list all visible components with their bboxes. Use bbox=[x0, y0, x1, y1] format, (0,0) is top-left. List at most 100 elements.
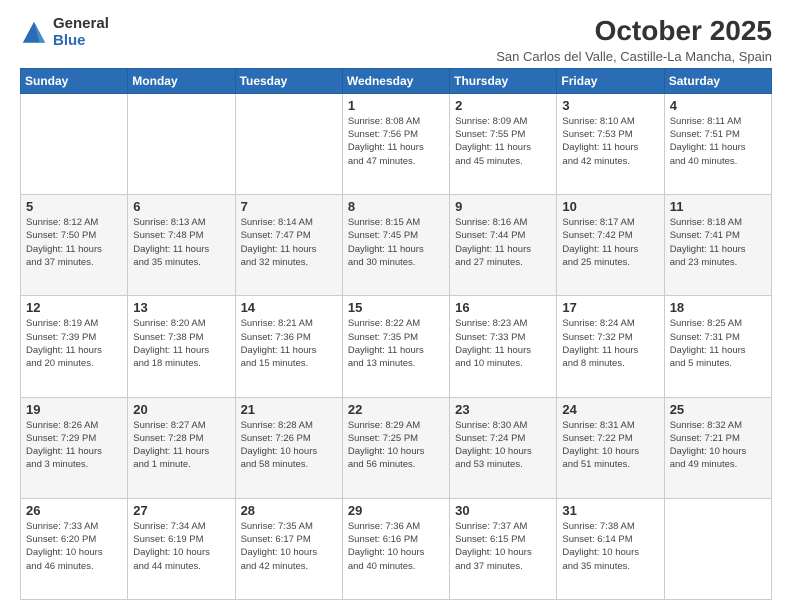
page: General Blue October 2025 San Carlos del… bbox=[0, 0, 792, 612]
day-info: Sunrise: 8:16 AM Sunset: 7:44 PM Dayligh… bbox=[455, 216, 551, 269]
table-row: 21Sunrise: 8:28 AM Sunset: 7:26 PM Dayli… bbox=[235, 397, 342, 498]
day-number: 8 bbox=[348, 199, 444, 214]
day-info: Sunrise: 8:15 AM Sunset: 7:45 PM Dayligh… bbox=[348, 216, 444, 269]
day-info: Sunrise: 7:34 AM Sunset: 6:19 PM Dayligh… bbox=[133, 520, 229, 573]
day-info: Sunrise: 8:18 AM Sunset: 7:41 PM Dayligh… bbox=[670, 216, 766, 269]
table-row bbox=[128, 93, 235, 194]
day-info: Sunrise: 8:29 AM Sunset: 7:25 PM Dayligh… bbox=[348, 419, 444, 472]
table-row bbox=[664, 498, 771, 599]
day-number: 2 bbox=[455, 98, 551, 113]
day-number: 16 bbox=[455, 300, 551, 315]
table-row bbox=[21, 93, 128, 194]
table-row: 13 Sunrise: 8:20 AM Sunset: 7:38 PM Dayli… bbox=[128, 296, 235, 397]
day-number: 3 bbox=[562, 98, 658, 113]
table-row: 15Sunrise: 8:22 AM Sunset: 7:35 PM Dayli… bbox=[342, 296, 449, 397]
day-number: 20 bbox=[133, 402, 229, 417]
table-row: 8 Sunrise: 8:15 AM Sunset: 7:45 PM Daylig… bbox=[342, 195, 449, 296]
day-info: Sunrise: 8:13 AM Sunset: 7:48 PM Dayligh… bbox=[133, 216, 229, 269]
day-number: 14 bbox=[241, 300, 337, 315]
table-row: 10 Sunrise: 8:17 AM Sunset: 7:42 PM Dayli… bbox=[557, 195, 664, 296]
calendar-table: Sunday Monday Tuesday Wednesday Thursday… bbox=[20, 68, 772, 600]
table-row: 28 Sunrise: 7:35 AM Sunset: 6:17 PM Dayli… bbox=[235, 498, 342, 599]
week-row-0: 1 Sunrise: 8:08 AM Sunset: 7:56 PM Daylig… bbox=[21, 93, 772, 194]
day-info: Sunrise: 8:24 AM Sunset: 7:32 PM Dayligh… bbox=[562, 317, 658, 370]
day-info: Sunrise: 8:08 AM Sunset: 7:56 PM Dayligh… bbox=[348, 115, 444, 168]
day-number: 4 bbox=[670, 98, 766, 113]
day-info: Sunrise: 8:26 AM Sunset: 7:29 PM Dayligh… bbox=[26, 419, 122, 472]
week-row-1: 5 Sunrise: 8:12 AM Sunset: 7:50 PM Daylig… bbox=[21, 195, 772, 296]
table-row: 24 Sunrise: 8:31 AM Sunset: 7:22 PM Dayli… bbox=[557, 397, 664, 498]
day-info: Sunrise: 7:38 AM Sunset: 6:14 PM Dayligh… bbox=[562, 520, 658, 573]
day-number: 9 bbox=[455, 199, 551, 214]
day-number: 26 bbox=[26, 503, 122, 518]
day-info: Sunrise: 8:25 AM Sunset: 7:31 PM Dayligh… bbox=[670, 317, 766, 370]
day-number: 11 bbox=[670, 199, 766, 214]
table-row: 9 Sunrise: 8:16 AM Sunset: 7:44 PM Daylig… bbox=[450, 195, 557, 296]
month-title: October 2025 bbox=[496, 16, 772, 47]
header-wednesday: Wednesday bbox=[342, 68, 449, 93]
day-info: Sunrise: 8:20 AM Sunset: 7:38 PM Dayligh… bbox=[133, 317, 229, 370]
table-row: 2Sunrise: 8:09 AM Sunset: 7:55 PM Daylig… bbox=[450, 93, 557, 194]
table-row: 25 Sunrise: 8:32 AM Sunset: 7:21 PM Dayli… bbox=[664, 397, 771, 498]
table-row: 1 Sunrise: 8:08 AM Sunset: 7:56 PM Daylig… bbox=[342, 93, 449, 194]
week-row-3: 19 Sunrise: 8:26 AM Sunset: 7:29 PM Dayli… bbox=[21, 397, 772, 498]
day-number: 12 bbox=[26, 300, 122, 315]
day-number: 10 bbox=[562, 199, 658, 214]
day-info: Sunrise: 7:36 AM Sunset: 6:16 PM Dayligh… bbox=[348, 520, 444, 573]
day-info: Sunrise: 7:33 AM Sunset: 6:20 PM Dayligh… bbox=[26, 520, 122, 573]
table-row: 16 Sunrise: 8:23 AM Sunset: 7:33 PM Dayli… bbox=[450, 296, 557, 397]
day-info: Sunrise: 8:31 AM Sunset: 7:22 PM Dayligh… bbox=[562, 419, 658, 472]
table-row: 31 Sunrise: 7:38 AM Sunset: 6:14 PM Dayli… bbox=[557, 498, 664, 599]
logo: General Blue bbox=[20, 16, 109, 49]
table-row: 18Sunrise: 8:25 AM Sunset: 7:31 PM Dayli… bbox=[664, 296, 771, 397]
table-row: 22 Sunrise: 8:29 AM Sunset: 7:25 PM Dayli… bbox=[342, 397, 449, 498]
week-row-4: 26 Sunrise: 7:33 AM Sunset: 6:20 PM Dayli… bbox=[21, 498, 772, 599]
day-number: 1 bbox=[348, 98, 444, 113]
day-number: 22 bbox=[348, 402, 444, 417]
day-info: Sunrise: 8:10 AM Sunset: 7:53 PM Dayligh… bbox=[562, 115, 658, 168]
table-row: 23 Sunrise: 8:30 AM Sunset: 7:24 PM Dayli… bbox=[450, 397, 557, 498]
header-friday: Friday bbox=[557, 68, 664, 93]
title-block: October 2025 San Carlos del Valle, Casti… bbox=[496, 16, 772, 64]
day-number: 17 bbox=[562, 300, 658, 315]
day-number: 21 bbox=[241, 402, 337, 417]
header-sunday: Sunday bbox=[21, 68, 128, 93]
day-number: 15 bbox=[348, 300, 444, 315]
day-info: Sunrise: 8:17 AM Sunset: 7:42 PM Dayligh… bbox=[562, 216, 658, 269]
day-info: Sunrise: 8:23 AM Sunset: 7:33 PM Dayligh… bbox=[455, 317, 551, 370]
day-info: Sunrise: 8:21 AM Sunset: 7:36 PM Dayligh… bbox=[241, 317, 337, 370]
day-info: Sunrise: 8:30 AM Sunset: 7:24 PM Dayligh… bbox=[455, 419, 551, 472]
header-saturday: Saturday bbox=[664, 68, 771, 93]
day-info: Sunrise: 8:32 AM Sunset: 7:21 PM Dayligh… bbox=[670, 419, 766, 472]
day-number: 31 bbox=[562, 503, 658, 518]
week-row-2: 12 Sunrise: 8:19 AM Sunset: 7:39 PM Dayli… bbox=[21, 296, 772, 397]
day-number: 25 bbox=[670, 402, 766, 417]
day-number: 24 bbox=[562, 402, 658, 417]
day-number: 19 bbox=[26, 402, 122, 417]
day-info: Sunrise: 8:19 AM Sunset: 7:39 PM Dayligh… bbox=[26, 317, 122, 370]
day-number: 23 bbox=[455, 402, 551, 417]
day-number: 7 bbox=[241, 199, 337, 214]
day-number: 6 bbox=[133, 199, 229, 214]
day-info: Sunrise: 8:12 AM Sunset: 7:50 PM Dayligh… bbox=[26, 216, 122, 269]
table-row: 5 Sunrise: 8:12 AM Sunset: 7:50 PM Daylig… bbox=[21, 195, 128, 296]
logo-text: General Blue bbox=[53, 16, 109, 49]
day-number: 5 bbox=[26, 199, 122, 214]
logo-blue-text: Blue bbox=[53, 33, 109, 50]
day-info: Sunrise: 8:14 AM Sunset: 7:47 PM Dayligh… bbox=[241, 216, 337, 269]
table-row: 3 Sunrise: 8:10 AM Sunset: 7:53 PM Daylig… bbox=[557, 93, 664, 194]
table-row: 29 Sunrise: 7:36 AM Sunset: 6:16 PM Dayli… bbox=[342, 498, 449, 599]
day-number: 30 bbox=[455, 503, 551, 518]
day-number: 29 bbox=[348, 503, 444, 518]
day-info: Sunrise: 7:35 AM Sunset: 6:17 PM Dayligh… bbox=[241, 520, 337, 573]
table-row: 30Sunrise: 7:37 AM Sunset: 6:15 PM Dayli… bbox=[450, 498, 557, 599]
header: General Blue October 2025 San Carlos del… bbox=[20, 16, 772, 64]
day-number: 13 bbox=[133, 300, 229, 315]
day-number: 28 bbox=[241, 503, 337, 518]
table-row: 6 Sunrise: 8:13 AM Sunset: 7:48 PM Daylig… bbox=[128, 195, 235, 296]
day-info: Sunrise: 8:11 AM Sunset: 7:51 PM Dayligh… bbox=[670, 115, 766, 168]
table-row: 20 Sunrise: 8:27 AM Sunset: 7:28 PM Dayli… bbox=[128, 397, 235, 498]
day-info: Sunrise: 8:27 AM Sunset: 7:28 PM Dayligh… bbox=[133, 419, 229, 472]
table-row: 19 Sunrise: 8:26 AM Sunset: 7:29 PM Dayli… bbox=[21, 397, 128, 498]
location-subtitle: San Carlos del Valle, Castille-La Mancha… bbox=[496, 49, 772, 64]
